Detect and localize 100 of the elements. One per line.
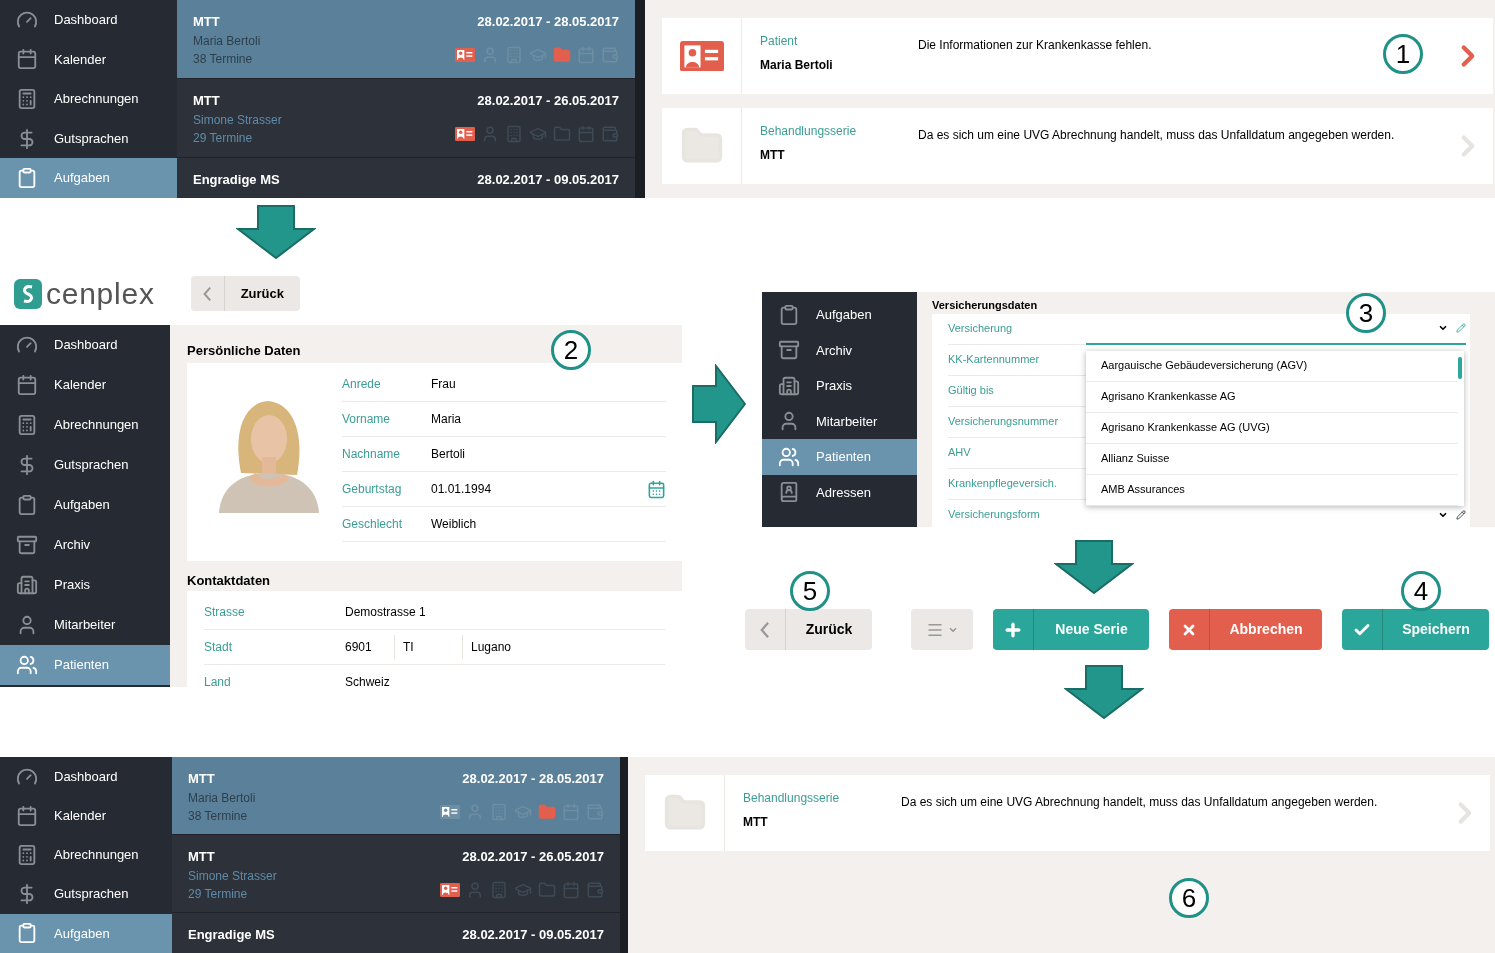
sidebar-item[interactable]: Mitarbeiter xyxy=(762,403,917,439)
issue-subject: MTT xyxy=(760,147,786,164)
field-value: 6901 xyxy=(345,635,395,659)
task-title: Engradige MS xyxy=(188,926,275,944)
sidebar-item[interactable]: Gutsprachen xyxy=(0,874,172,914)
sidebar-item[interactable]: Abrechnungen xyxy=(0,79,177,119)
sidebar-item[interactable]: Gutsprachen xyxy=(0,118,177,159)
field-label: Geschlecht xyxy=(342,516,404,533)
calendar-icon xyxy=(16,804,38,827)
task-dates: 28.02.2017 - 09.05.2017 xyxy=(477,171,619,189)
issue-message: Die Informationen zur Krankenkasse fehlen. xyxy=(918,38,1152,52)
building-icon xyxy=(16,574,38,596)
sidebar-item[interactable]: Kalender xyxy=(0,796,172,836)
sidebar-item[interactable]: Abrechnungen xyxy=(0,405,170,445)
people-icon xyxy=(778,445,800,468)
clipboard-icon xyxy=(16,167,38,190)
sidebar-item[interactable]: Archiv xyxy=(762,332,917,368)
logo-text: cenplex xyxy=(46,278,155,309)
task-title: MTT xyxy=(188,770,215,788)
issue-message: Da es sich um eine UVG Abrechnung handelt, muss das Unfalldatum angegeben werden. xyxy=(901,795,1378,809)
task-row[interactable]: MTT 28.02.2017 - 28.05.2017 Maria Bertoli 38 Termine xyxy=(172,757,620,835)
clipboard-icon xyxy=(16,922,38,945)
sidebar-item[interactable]: Praxis xyxy=(762,368,917,404)
sidebar-item[interactable]: Abrechnungen xyxy=(0,835,172,875)
sidebar-item[interactable]: Archiv xyxy=(0,525,170,565)
field-label: Versicherungsform xyxy=(948,499,1086,527)
patient-name: Maria Bertoli xyxy=(188,789,256,807)
issue-card[interactable]: Behandlungsserie MTT Da es sich um eine UVG Abrechnung handelt, muss das Unfalldatum angegeben werden. xyxy=(645,775,1490,851)
field-label: Strasse xyxy=(204,604,246,621)
field-label: Land xyxy=(204,674,232,687)
field-label: Vorname xyxy=(342,411,392,428)
field-value: Weiblich xyxy=(431,516,478,533)
scrollbar[interactable] xyxy=(620,757,628,953)
logo-icon xyxy=(14,278,42,309)
task-title: MTT xyxy=(188,848,215,866)
sidebar-item[interactable]: Aufgaben xyxy=(762,297,917,333)
task-dates: 28.02.2017 - 26.05.2017 xyxy=(477,92,619,110)
sidebar-item[interactable]: Aufgaben xyxy=(0,485,170,525)
sidebar-item[interactable]: Dashboard xyxy=(0,0,177,40)
chevron-left-icon xyxy=(760,620,770,639)
field-value: Schweiz xyxy=(345,674,390,687)
clipboard-icon xyxy=(778,303,800,326)
back-button[interactable]: Zurück xyxy=(745,609,872,650)
field-label: Stadt xyxy=(204,639,234,656)
sidebar-item[interactable]: Praxis xyxy=(0,565,170,605)
issue-message: Da es sich um eine UVG Abrechnung handelt, muss das Unfalldatum angegeben werden. xyxy=(918,128,1395,142)
appointment-count: 38 Termine xyxy=(193,50,254,68)
field-value: Frau xyxy=(431,376,457,393)
issue-subject: MTT xyxy=(743,814,769,831)
field-label: Gültig bis xyxy=(948,375,1086,407)
sidebar-item[interactable]: Kalender xyxy=(0,39,177,80)
sidebar-item[interactable]: Dashboard xyxy=(0,325,170,365)
sidebar-item[interactable]: Kalender xyxy=(0,365,170,405)
menu-button[interactable] xyxy=(911,609,973,650)
field-value: 01.01.1994 xyxy=(431,481,493,498)
field-label: Krankenpflegeversich. xyxy=(948,468,1086,500)
field-label: Versicherungsnummer xyxy=(948,406,1086,438)
field-label: Versicherung xyxy=(948,313,1086,345)
issue-subject: Maria Bertoli xyxy=(760,57,834,74)
sidebar-item[interactable]: Adressen xyxy=(762,474,917,510)
pencil-icon xyxy=(1456,510,1466,520)
address-book-icon xyxy=(778,481,800,504)
field-label: Anrede xyxy=(342,376,382,393)
sidebar-item[interactable]: Mitarbeiter xyxy=(0,605,170,645)
task-dates: 28.02.2017 - 26.05.2017 xyxy=(462,848,604,866)
pencil-icon xyxy=(1456,323,1466,333)
field-value: Lugano xyxy=(471,639,512,656)
scrollbar[interactable] xyxy=(635,0,645,198)
dropdown-option[interactable]: Agrisano Krankenkasse AG xyxy=(1086,381,1458,413)
task-title: MTT xyxy=(193,13,220,31)
patient-name: Simone Strasser xyxy=(188,867,277,885)
calendar-icon xyxy=(16,48,38,71)
issue-category: Behandlungsserie xyxy=(760,123,858,140)
calendar-icon xyxy=(647,479,666,499)
sidebar-item[interactable]: Dashboard xyxy=(0,757,172,797)
back-button[interactable]: Zurück xyxy=(190,276,300,311)
appointment-count: 38 Termine xyxy=(188,807,249,825)
field-value: Demostrasse 1 xyxy=(345,604,426,621)
people-icon xyxy=(16,654,38,676)
dropdown-option[interactable]: Aargauische Gebäudeversicherung (AGV) xyxy=(1086,350,1458,382)
clipboard-icon xyxy=(16,494,38,516)
issue-card[interactable]: Behandlungsserie MTT Da es sich um eine UVG Abrechnung handelt, muss das Unfalldatum angegeben werden. xyxy=(662,108,1493,184)
calculator-icon xyxy=(16,844,38,866)
dropdown-option[interactable]: Allianz Suisse xyxy=(1086,443,1458,475)
task-title: Engradige MS xyxy=(193,171,280,189)
appointment-count: 29 Termine xyxy=(193,129,254,147)
field-value: TI xyxy=(403,635,463,659)
patient-name: Maria Bertoli xyxy=(193,32,261,50)
task-row[interactable]: MTT 28.02.2017 - 28.05.2017 Maria Bertoli 38 Termine xyxy=(177,0,635,79)
sidebar-item[interactable]: Gutsprachen xyxy=(0,445,170,485)
issue-category: Patient xyxy=(760,33,799,50)
section-title: Kontaktdaten xyxy=(187,572,271,590)
dropdown-option[interactable]: AMB Assurances xyxy=(1086,474,1458,506)
step-number: 4 xyxy=(1401,571,1441,611)
field-value: Bertoli xyxy=(431,446,466,463)
section-title: Persönliche Daten xyxy=(187,342,301,360)
field-label: KK-Kartennummer xyxy=(948,344,1086,376)
step-number: 5 xyxy=(790,571,830,611)
dropdown-option[interactable]: Agrisano Krankenkasse AG (UVG) xyxy=(1086,412,1458,444)
caret-icon xyxy=(1438,323,1448,333)
